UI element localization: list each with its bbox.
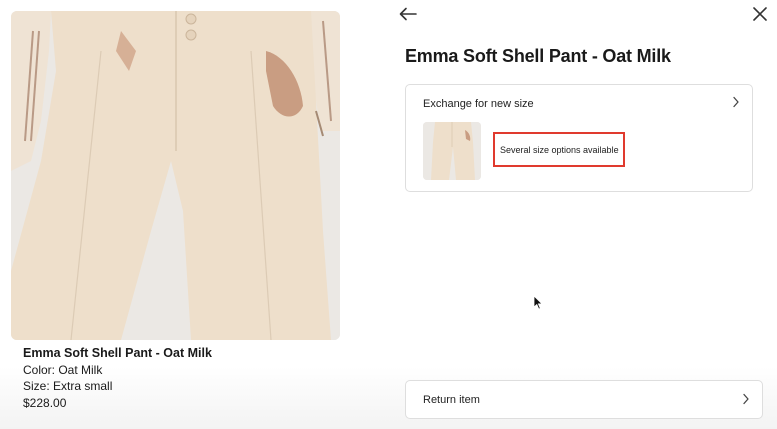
product-name: Emma Soft Shell Pant - Oat Milk [23, 346, 212, 360]
product-image [11, 11, 340, 340]
product-details: Emma Soft Shell Pant - Oat Milk Color: O… [23, 345, 212, 411]
mouse-cursor-icon [533, 295, 543, 315]
size-options-text: Several size options available [493, 132, 625, 167]
return-item-label: Return item [423, 394, 480, 406]
exchange-size-card[interactable]: Exchange for new size Several size optio… [405, 84, 753, 192]
exchange-label: Exchange for new size [423, 98, 534, 110]
return-item-button[interactable]: Return item [405, 380, 763, 419]
chevron-right-icon [732, 95, 740, 113]
arrow-left-icon[interactable] [397, 3, 419, 25]
product-price: $228.00 [23, 395, 67, 410]
page-title: Emma Soft Shell Pant - Oat Milk [405, 46, 671, 66]
chevron-right-icon [742, 392, 750, 410]
product-size: Size: Extra small [23, 379, 113, 393]
product-color: Color: Oat Milk [23, 362, 103, 377]
product-thumbnail [423, 122, 481, 180]
close-icon[interactable] [749, 3, 771, 25]
